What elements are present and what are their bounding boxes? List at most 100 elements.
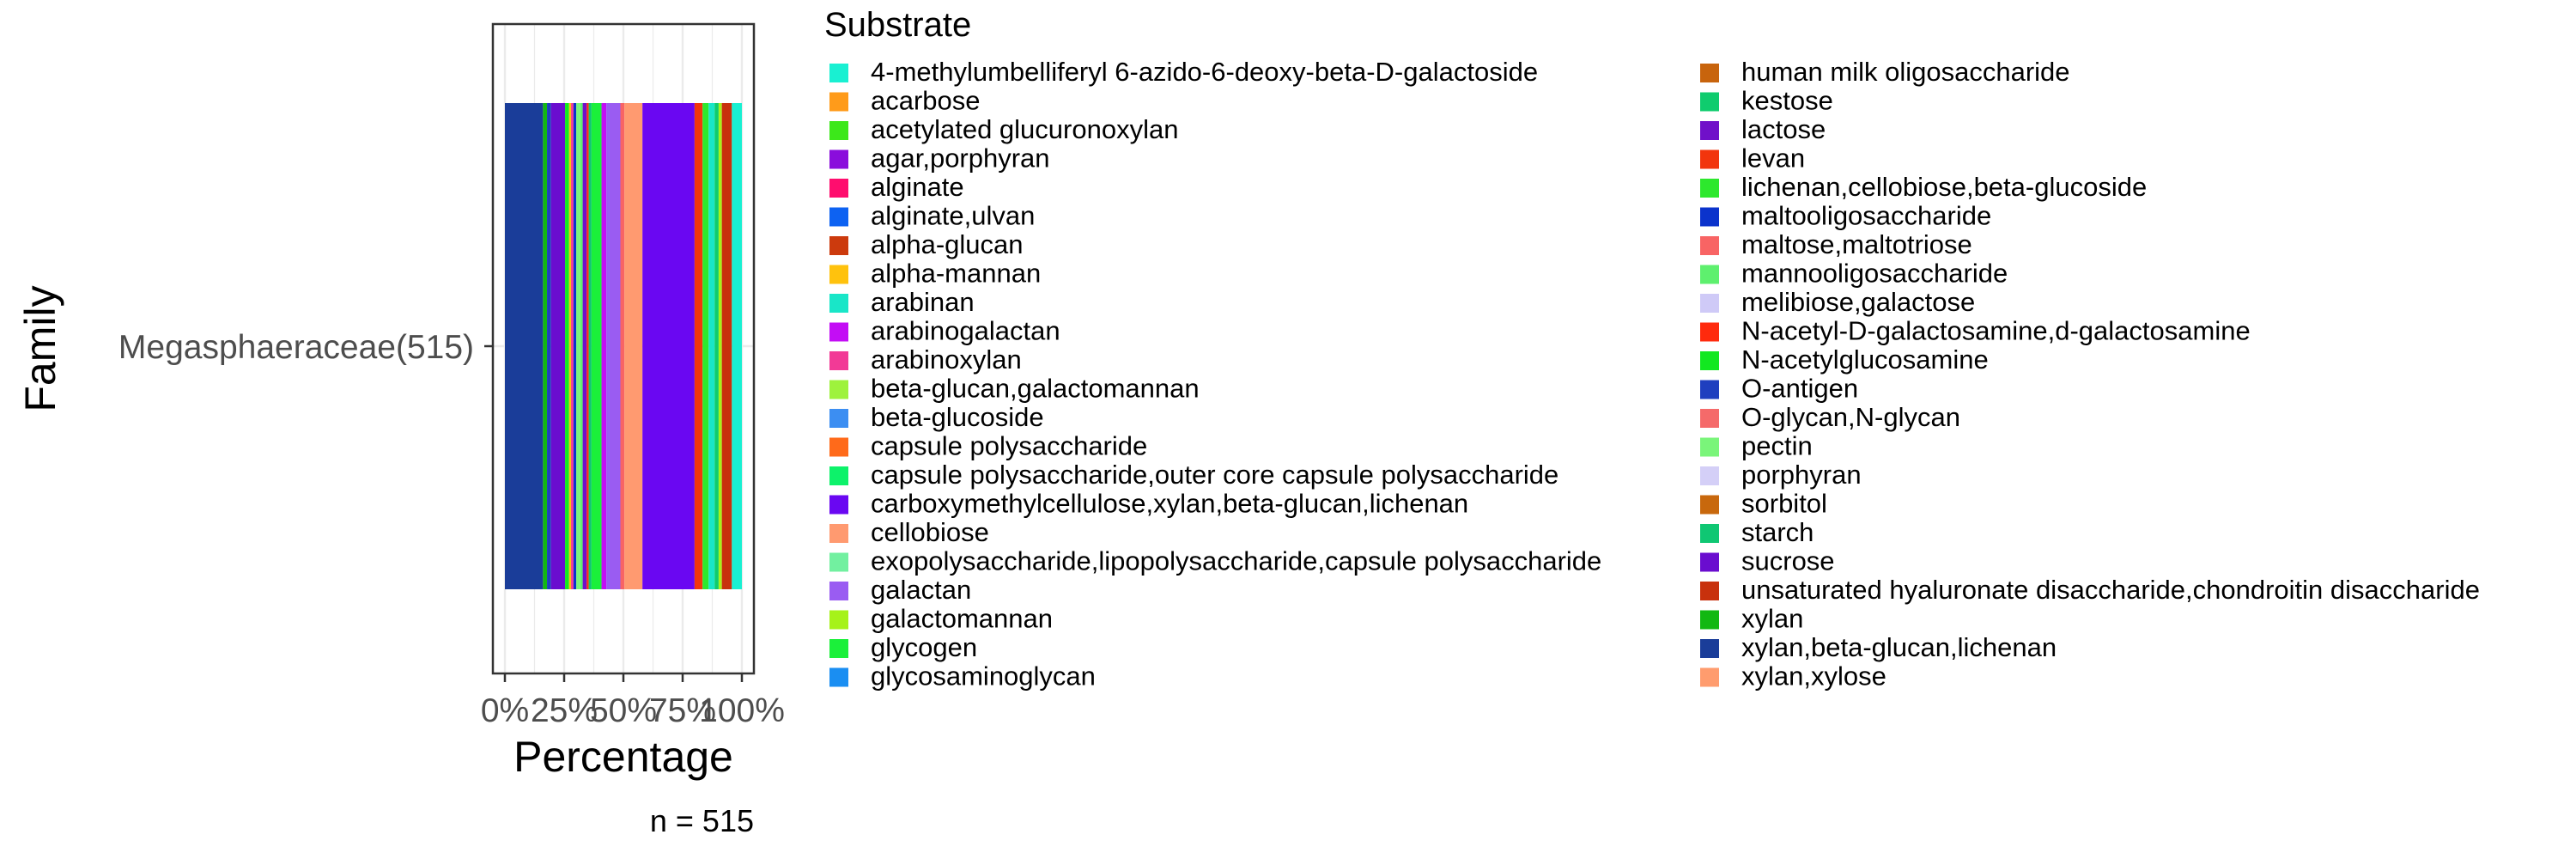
legend-label: lichenan,cellobiose,beta-glucoside [1741,172,2147,202]
bar-segment [721,103,732,589]
legend-item: maltose,maltotriose [1700,229,1972,259]
x-tick-label: 50% [590,692,657,729]
legend-label: arabinan [871,287,975,317]
legend-label: xylan [1741,604,1803,634]
legend-swatch [829,437,848,457]
legend-swatch [829,552,848,572]
legend-label: levan [1741,143,1805,174]
legend-swatch [829,524,848,543]
bar-segment [565,103,569,589]
legend-label: arabinoxylan [871,344,1022,375]
legend-swatch [1700,667,1719,687]
legend-swatch [1700,64,1719,82]
legend-label: glycosaminoglycan [871,661,1096,691]
legend-label: alginate [871,172,964,202]
bar-segment [702,103,709,589]
legend-item: exopolysaccharide,lipopolysaccharide,cap… [829,546,1601,576]
legend-swatch [829,294,848,313]
legend-swatch [1700,466,1719,485]
bar-segment [582,103,587,589]
bar-segment [591,103,602,589]
legend-swatch [829,582,848,600]
legend-swatch [1700,207,1719,227]
legend-swatch [829,265,848,284]
legend-swatch [829,380,848,399]
x-tick-label: 0% [481,692,529,729]
bar-segment [543,103,548,589]
bar-segments [505,103,742,589]
stacked-bar-chart: 0% 25%50%75%100% Megasphaeraceae(515) Per… [0,0,2576,859]
bar-segment [694,103,703,589]
x-axis-title: Percentage [513,733,733,781]
legend-item: xylan,beta-glucan,lichenan [1700,632,2057,662]
legend-swatch [1700,524,1719,543]
legend-label: sorbitol [1741,489,1827,519]
legend-swatch [1700,639,1719,658]
x-tick-label: 100% [699,692,785,729]
legend-item: N-acetyl-D-galactosamine,d-galactosamine [1700,316,2251,346]
legend-item: maltooligosaccharide [1700,201,1991,231]
legend-swatch [1700,121,1719,140]
legend-swatch [829,667,848,687]
bar-segment [568,103,572,589]
legend-item: 4-methylumbelliferyl 6-azido-6-deoxy-bet… [829,57,1538,87]
legend-swatch [829,610,848,630]
legend-label: porphyran [1741,460,1862,490]
legend-item: mannooligosaccharide [1700,259,2008,289]
legend-label: O-antigen [1741,374,1858,404]
bar-segment [620,103,625,589]
legend-label: acetylated glucuronoxylan [871,114,1178,144]
legend-item: lichenan,cellobiose,beta-glucoside [1700,172,2147,202]
legend-label: N-acetylglucosamine [1741,344,1989,375]
legend-label: galactomannan [871,604,1053,634]
legend-swatch [829,179,848,198]
legend-swatch [829,64,848,82]
legend-label: unsaturated hyaluronate disaccharide,cho… [1741,575,2480,605]
y-category-label: Megasphaeraceae(515) [118,329,474,366]
legend-label: human milk oligosaccharide [1741,57,2070,87]
legend-swatch [1700,351,1719,370]
bar-segment [547,103,551,589]
legend-swatch [829,207,848,227]
legend-swatch [829,466,848,485]
legend-item: carboxymethylcellulose,xylan,beta-glucan… [829,489,1468,519]
legend-swatch [1700,149,1719,169]
legend-label: mannooligosaccharide [1741,259,2008,289]
legend-label: alpha-mannan [871,259,1041,289]
legend-item: melibiose,galactose [1700,287,1975,317]
legend-swatch [829,236,848,255]
legend-swatch [829,351,848,370]
legend-swatch [1700,92,1719,112]
bar-segment [580,103,583,589]
legend-item: beta-glucan,galactomannan [829,374,1200,404]
legend-label: melibiose,galactose [1741,287,1975,317]
legend-label: maltooligosaccharide [1741,201,1991,231]
legend-label: glycogen [871,632,977,662]
bar-segment [586,103,589,589]
legend-label: starch [1741,517,1814,547]
legend-swatch [829,495,848,515]
y-axis-title: Family [16,285,64,411]
legend-label: galactan [871,575,971,605]
legend-label: alpha-glucan [871,229,1024,259]
legend-swatch [829,639,848,658]
bar-segment [732,103,742,589]
sample-count-note: n = 515 [650,803,754,838]
legend-item: capsule polysaccharide,outer core capsul… [829,460,1558,490]
legend-swatch [829,92,848,112]
legend-label: 4-methylumbelliferyl 6-azido-6-deoxy-bet… [871,57,1538,87]
legend-label: agar,porphyran [871,143,1050,174]
legend-label: kestose [1741,86,1833,116]
bar-segment [708,103,715,589]
panel-background [0,0,2576,859]
legend-label: cellobiose [871,517,989,547]
legend-label: capsule polysaccharide [871,431,1147,461]
bar-segment [714,103,719,589]
bar-segment [606,103,621,589]
legend-label: xylan,xylose [1741,661,1886,691]
bar-segment [588,103,592,589]
legend-title: Substrate [824,6,971,44]
legend-label: pectin [1741,431,1813,461]
legend-swatch [1700,409,1719,428]
legend-label: sucrose [1741,546,1835,576]
